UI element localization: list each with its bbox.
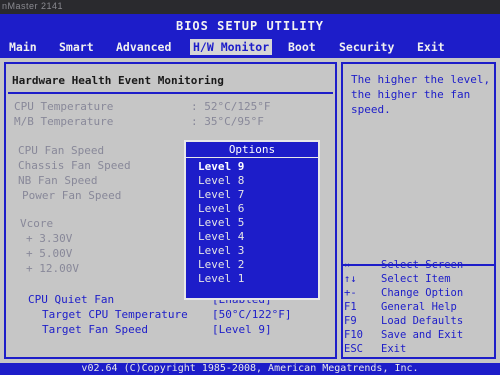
quiet-fan-row[interactable]: CPU Quiet Fan [28, 293, 114, 307]
bios-screen: BIOS SETUP UTILITY Main Smart Advanced H… [0, 14, 500, 375]
key-f9: F9 [344, 315, 357, 327]
option-level-8[interactable]: Level 8 [198, 174, 258, 188]
target-speed-value-row[interactable]: [Level 9] [212, 323, 272, 337]
mb-temp-row: M/B Temperature [14, 115, 113, 129]
option-level-6[interactable]: Level 6 [198, 202, 258, 216]
options-popup: Options Level 9 Level 8 Level 7 Level 6 … [184, 140, 320, 300]
target-speed-value[interactable]: [Level 9] [212, 323, 272, 336]
menu-security[interactable]: Security [336, 39, 397, 55]
voltage-row: + 3.30V [26, 232, 72, 246]
menu-bar: Main Smart Advanced H/W Monitor Boot Sec… [0, 38, 500, 56]
target-speed-row[interactable]: Target Fan Speed [42, 323, 148, 337]
help-text: The higher the level, the higher the fan… [351, 73, 491, 116]
bios-title: BIOS SETUP UTILITY [175, 19, 325, 33]
bezel-label: nMaster 2141 [2, 1, 64, 11]
key-desc-save-exit: Save and Exit [381, 329, 464, 341]
fan-row: CPU Fan Speed [18, 144, 104, 158]
options-divider [186, 157, 318, 158]
mb-temp-value-row: : 35°C/95°F [191, 115, 264, 129]
chassis-fan-label: Chassis Fan Speed [18, 159, 131, 172]
key-f1: F1 [344, 301, 357, 313]
key-desc-general-help: General Help [381, 301, 457, 313]
key-f10: F10 [344, 329, 363, 341]
key-arrows-ud: ↑↓ [344, 273, 357, 285]
option-level-9[interactable]: Level 9 [198, 160, 258, 174]
rail-12v-label: + 12.00V [26, 262, 79, 275]
menu-smart[interactable]: Smart [56, 39, 97, 55]
option-level-7[interactable]: Level 7 [198, 188, 258, 202]
key-esc: ESC [344, 343, 363, 355]
section-divider [8, 92, 333, 94]
target-temp-value-row[interactable]: [50°C/122°F] [212, 308, 291, 322]
menu-boot[interactable]: Boot [285, 39, 319, 55]
voltage-row: + 5.00V [26, 247, 72, 261]
nb-fan-label: NB Fan Speed [18, 174, 98, 187]
key-plus-minus: +- [344, 287, 357, 299]
key-desc-select-item: Select Item [381, 273, 451, 285]
option-level-1[interactable]: Level 1 [198, 272, 258, 286]
settings-pane: Hardware Health Event Monitoring CPU Tem… [4, 62, 337, 359]
cpu-temp-value-row: : 52°C/125°F [191, 100, 270, 114]
key-desc-select-screen: Select Screen [381, 259, 464, 271]
key-desc-exit: Exit [381, 343, 407, 355]
options-title: Options [228, 143, 276, 156]
option-level-3[interactable]: Level 3 [198, 244, 258, 258]
target-temp-value[interactable]: [50°C/122°F] [212, 308, 291, 321]
fan-row: NB Fan Speed [18, 174, 97, 188]
cpu-fan-label: CPU Fan Speed [18, 144, 105, 157]
target-speed-label: Target Fan Speed [42, 323, 148, 336]
rail-3v-label: + 3.30V [26, 232, 73, 245]
content-panel: Hardware Health Event Monitoring CPU Tem… [0, 58, 500, 363]
vcore-row: Vcore [20, 217, 53, 231]
cpu-temp-label: CPU Temperature [14, 100, 114, 113]
option-level-2[interactable]: Level 2 [198, 258, 258, 272]
mb-temp-label: M/B Temperature [14, 115, 114, 128]
option-level-5[interactable]: Level 5 [198, 216, 258, 230]
target-temp-label: Target CPU Temperature [42, 308, 188, 321]
option-level-4[interactable]: Level 4 [198, 230, 258, 244]
key-desc-change-option: Change Option [381, 287, 464, 299]
key-desc-load-defaults: Load Defaults [381, 315, 464, 327]
voltage-row: + 12.00V [26, 262, 79, 276]
section-title: Hardware Health Event Monitoring [12, 74, 224, 87]
menu-exit[interactable]: Exit [414, 39, 448, 55]
mb-temp-value: : 35°C/95°F [191, 115, 264, 128]
rail-5v-label: + 5.00V [26, 247, 73, 260]
key-arrows-lr: ↔ [344, 259, 351, 271]
menu-hw-monitor[interactable]: H/W Monitor [190, 39, 273, 55]
vcore-label: Vcore [20, 217, 54, 230]
fan-row: Chassis Fan Speed [18, 159, 131, 173]
menu-advanced[interactable]: Advanced [113, 39, 174, 55]
cpu-temp-value: : 52°C/125°F [191, 100, 271, 113]
quiet-fan-label: CPU Quiet Fan [28, 293, 115, 306]
cpu-temp-row: CPU Temperature [14, 100, 113, 114]
copyright-footer: v02.64 (C)Copyright 1985-2008, American … [81, 363, 419, 374]
monitor-bezel: nMaster 2141 [0, 0, 500, 14]
power-fan-label: Power Fan Speed [22, 189, 122, 202]
fan-row: Power Fan Speed [22, 189, 121, 203]
target-temp-row[interactable]: Target CPU Temperature [42, 308, 188, 322]
menu-main[interactable]: Main [6, 39, 40, 55]
